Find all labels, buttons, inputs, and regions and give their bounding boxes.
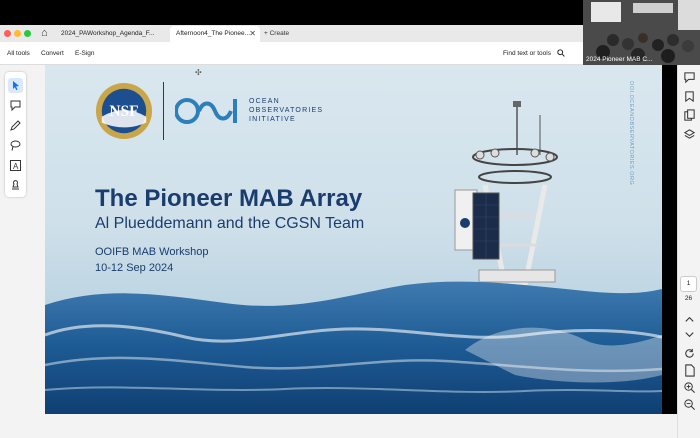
- tab-bar: ⌂ 2024_PAWorkshop_Agenda_F... Afternoon4…: [0, 25, 583, 42]
- nsf-logo: NSF: [95, 82, 153, 140]
- lasso-icon[interactable]: [8, 138, 23, 153]
- layers-icon[interactable]: [683, 128, 696, 141]
- ooi-line2: OBSERVATORIES: [249, 107, 324, 114]
- page-number-input[interactable]: 1: [680, 276, 697, 292]
- close-icon[interactable]: ✕: [249, 26, 256, 42]
- nsf-logo-text: NSF: [109, 103, 138, 120]
- chevron-down-icon[interactable]: [683, 328, 696, 341]
- select-cursor-icon[interactable]: [8, 78, 23, 93]
- bookmark-icon[interactable]: [683, 90, 696, 103]
- all-tools-button[interactable]: All tools: [7, 42, 30, 65]
- screen: 2024 Pioneer MAB C... ⌂ 2024_PAWorkshop_…: [0, 0, 700, 438]
- esign-button[interactable]: E-Sign: [75, 42, 95, 65]
- ooi-line3: INITIATIVE: [249, 116, 296, 123]
- slide-subtitle: Al Plueddemann and the CGSN Team: [95, 215, 365, 232]
- ooi-line1: OCEAN: [249, 98, 280, 105]
- ocean-waves-image: [45, 281, 662, 414]
- create-tab-button[interactable]: + Create: [264, 26, 289, 41]
- zoom-out-icon[interactable]: [683, 398, 696, 411]
- comment-icon[interactable]: [683, 71, 696, 84]
- ooi-logo: [175, 98, 237, 124]
- website-vertical-text: OOI.OCEANOBSERVATORIES.ORG: [628, 81, 634, 186]
- tab-label: 2024_PAWorkshop_Agenda_F...: [61, 30, 155, 37]
- search-icon[interactable]: [557, 49, 565, 57]
- maximize-window-button[interactable]: [24, 30, 31, 37]
- right-tools-panel: [677, 65, 700, 438]
- tab-pioneer[interactable]: Afternoon4_The Pionee... ✕: [170, 26, 260, 42]
- refresh-icon[interactable]: [683, 347, 696, 360]
- chevron-up-icon[interactable]: [683, 313, 696, 326]
- minimize-window-button[interactable]: [14, 30, 21, 37]
- stamp-icon[interactable]: [8, 178, 23, 193]
- text-box-icon[interactable]: A: [8, 158, 23, 173]
- svg-text:A: A: [13, 162, 19, 171]
- home-icon[interactable]: ⌂: [41, 26, 48, 41]
- create-label: Create: [269, 30, 290, 37]
- left-tools-panel: A: [5, 72, 26, 197]
- zoom-in-icon[interactable]: [683, 381, 696, 394]
- event-name: OOIFB MAB Workshop: [95, 246, 209, 258]
- page-total: 26: [684, 295, 693, 302]
- video-thumbnail[interactable]: 2024 Pioneer MAB C...: [583, 0, 700, 65]
- pen-icon[interactable]: [8, 118, 23, 133]
- find-button[interactable]: Find text or tools: [503, 42, 551, 65]
- tab-label: Afternoon4_The Pionee...: [176, 30, 251, 37]
- bottom-bar: [0, 414, 677, 438]
- add-comment-icon[interactable]: [8, 98, 23, 113]
- logo-divider: [163, 82, 164, 140]
- crosshair-cursor-icon: ✣: [195, 68, 202, 77]
- pages-icon[interactable]: [683, 109, 696, 122]
- toolbar: All tools Convert E-Sign Find text or to…: [0, 42, 583, 65]
- tab-agenda[interactable]: 2024_PAWorkshop_Agenda_F...: [55, 26, 157, 42]
- slide: ✣ NSF OCEAN OBSERVATORIES INITIATIVE OOI…: [45, 65, 662, 414]
- document-icon[interactable]: [683, 364, 696, 377]
- close-window-button[interactable]: [4, 30, 11, 37]
- slide-title: The Pioneer MAB Array: [95, 185, 363, 212]
- video-label: 2024 Pioneer MAB C...: [586, 56, 653, 63]
- convert-button[interactable]: Convert: [41, 42, 64, 65]
